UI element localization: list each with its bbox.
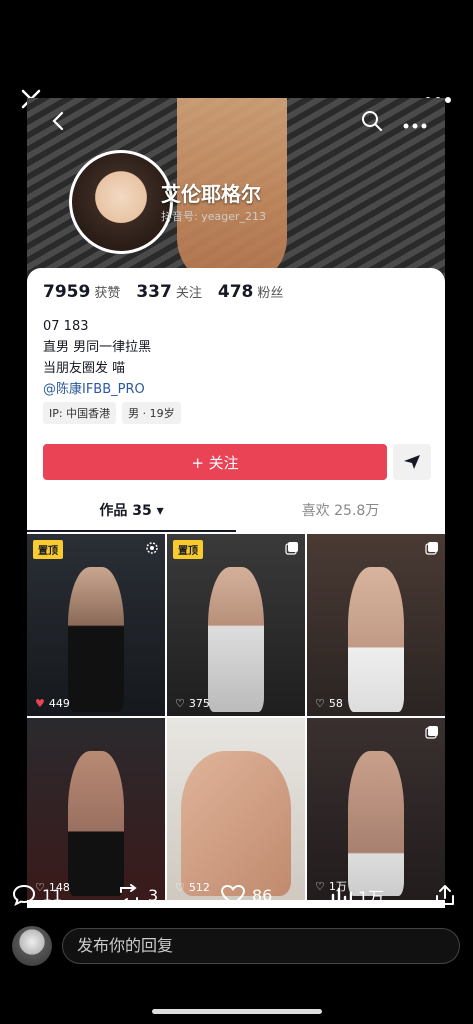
tile-likes: ♡ 375 bbox=[175, 697, 210, 710]
stat-following-value: 337 bbox=[136, 282, 172, 302]
stat-following[interactable]: 337 关注 bbox=[136, 282, 202, 302]
tab-likes[interactable]: 喜欢 25.8万 bbox=[236, 496, 445, 532]
profile-screenshot: 艾伦耶格尔 抖音号: yeager_213 7959 获赞 337 关注 478 粉丝… bbox=[27, 98, 445, 908]
bar-chart-icon bbox=[331, 887, 352, 907]
my-avatar[interactable] bbox=[12, 926, 52, 966]
tab-works[interactable]: 作品 35 ▾ bbox=[27, 496, 236, 532]
gallery-icon bbox=[425, 724, 439, 739]
heart-outline-icon: ♡ bbox=[315, 697, 325, 710]
views-button[interactable]: 1万 bbox=[330, 884, 384, 908]
profile-id[interactable]: 抖音号: yeager_213 bbox=[161, 208, 266, 224]
reply-area: 发布你的回复 bbox=[0, 922, 473, 974]
bio-mention-link[interactable]: @陈康IFBB_PRO bbox=[43, 379, 151, 400]
stat-followers[interactable]: 478 粉丝 bbox=[218, 282, 284, 302]
gender-age-tag: 男 · 19岁 bbox=[122, 402, 181, 424]
follow-button[interactable]: + 关注 bbox=[43, 444, 387, 480]
stat-likes-label: 获赞 bbox=[94, 286, 121, 301]
share-button[interactable] bbox=[393, 444, 431, 480]
like-button[interactable]: 86 bbox=[220, 884, 272, 906]
back-icon[interactable] bbox=[49, 110, 67, 132]
like-count: 86 bbox=[252, 885, 273, 905]
video-tile[interactable]: 置顶 ♡ 375 bbox=[167, 534, 305, 716]
home-indicator[interactable] bbox=[152, 1009, 322, 1014]
video-tile[interactable]: 置顶 ♥ 449 bbox=[27, 534, 165, 716]
stat-likes[interactable]: 7959 获赞 bbox=[43, 282, 120, 302]
stats-row: 7959 获赞 337 关注 478 粉丝 bbox=[43, 282, 283, 302]
video-tile[interactable]: ♡ 58 bbox=[307, 534, 445, 716]
upload-share-icon bbox=[436, 885, 454, 905]
live-photo-icon bbox=[145, 540, 159, 554]
caret-down-icon: ▾ bbox=[156, 503, 164, 519]
comment-icon bbox=[12, 884, 36, 906]
post-action-bar: 11 3 86 1万 bbox=[0, 872, 473, 920]
heart-outline-icon: ♡ bbox=[175, 697, 185, 710]
header-toolbar bbox=[27, 108, 445, 134]
share-post-button[interactable] bbox=[434, 884, 456, 906]
stat-following-label: 关注 bbox=[175, 286, 202, 301]
profile-info-panel: 7959 获赞 337 关注 478 粉丝 07 183 直男 男同一律拉黑 当朋友圈… bbox=[27, 268, 445, 532]
gallery-icon bbox=[285, 540, 299, 555]
heart-filled-icon: ♥ bbox=[35, 697, 45, 710]
bio-line: 07 183 bbox=[43, 319, 89, 334]
tile-likes-count: 375 bbox=[188, 697, 210, 710]
search-icon[interactable] bbox=[361, 110, 383, 132]
gallery-icon bbox=[425, 540, 439, 555]
menu-dots-icon[interactable] bbox=[403, 116, 427, 129]
avatar[interactable] bbox=[69, 150, 173, 254]
send-icon bbox=[404, 455, 420, 469]
tile-likes-count: 449 bbox=[48, 697, 70, 710]
profile-header-banner: 艾伦耶格尔 抖音号: yeager_213 bbox=[27, 98, 445, 288]
repost-button[interactable]: 3 bbox=[116, 884, 158, 906]
comment-count: 11 bbox=[42, 885, 63, 905]
tile-likes: ♥ 449 bbox=[35, 697, 70, 710]
bio-line: 直男 男同一律拉黑 bbox=[43, 340, 152, 355]
profile-tags: IP: 中国香港 男 · 19岁 bbox=[43, 402, 181, 424]
tile-likes-count: 58 bbox=[328, 697, 343, 710]
tab-works-label: 作品 35 bbox=[99, 503, 152, 519]
profile-tabs: 作品 35 ▾ 喜欢 25.8万 bbox=[27, 496, 445, 532]
video-grid: 置顶 ♥ 449 置顶 ♡ 375 ♡ 58 ♡ 148 ♡ 512 ♡ 1万 bbox=[27, 534, 445, 900]
repost-icon bbox=[120, 884, 138, 906]
comment-button[interactable]: 11 bbox=[12, 884, 62, 906]
heart-outline-icon bbox=[220, 884, 246, 906]
stat-likes-value: 7959 bbox=[43, 282, 91, 302]
ip-location-tag: IP: 中国香港 bbox=[43, 402, 117, 424]
pinned-badge: 置顶 bbox=[173, 540, 203, 559]
repost-count: 3 bbox=[148, 885, 159, 905]
tile-likes: ♡ 58 bbox=[315, 697, 343, 710]
bio: 07 183 直男 男同一律拉黑 当朋友圈发 喵 @陈康IFBB_PRO bbox=[43, 316, 151, 400]
reply-input[interactable]: 发布你的回复 bbox=[62, 928, 460, 964]
view-count: 1万 bbox=[358, 888, 385, 907]
pinned-badge: 置顶 bbox=[33, 540, 63, 559]
stat-followers-label: 粉丝 bbox=[257, 286, 284, 301]
profile-nickname: 艾伦耶格尔 bbox=[161, 182, 261, 206]
bio-line: 当朋友圈发 喵 bbox=[43, 361, 126, 376]
stat-followers-value: 478 bbox=[217, 282, 254, 302]
